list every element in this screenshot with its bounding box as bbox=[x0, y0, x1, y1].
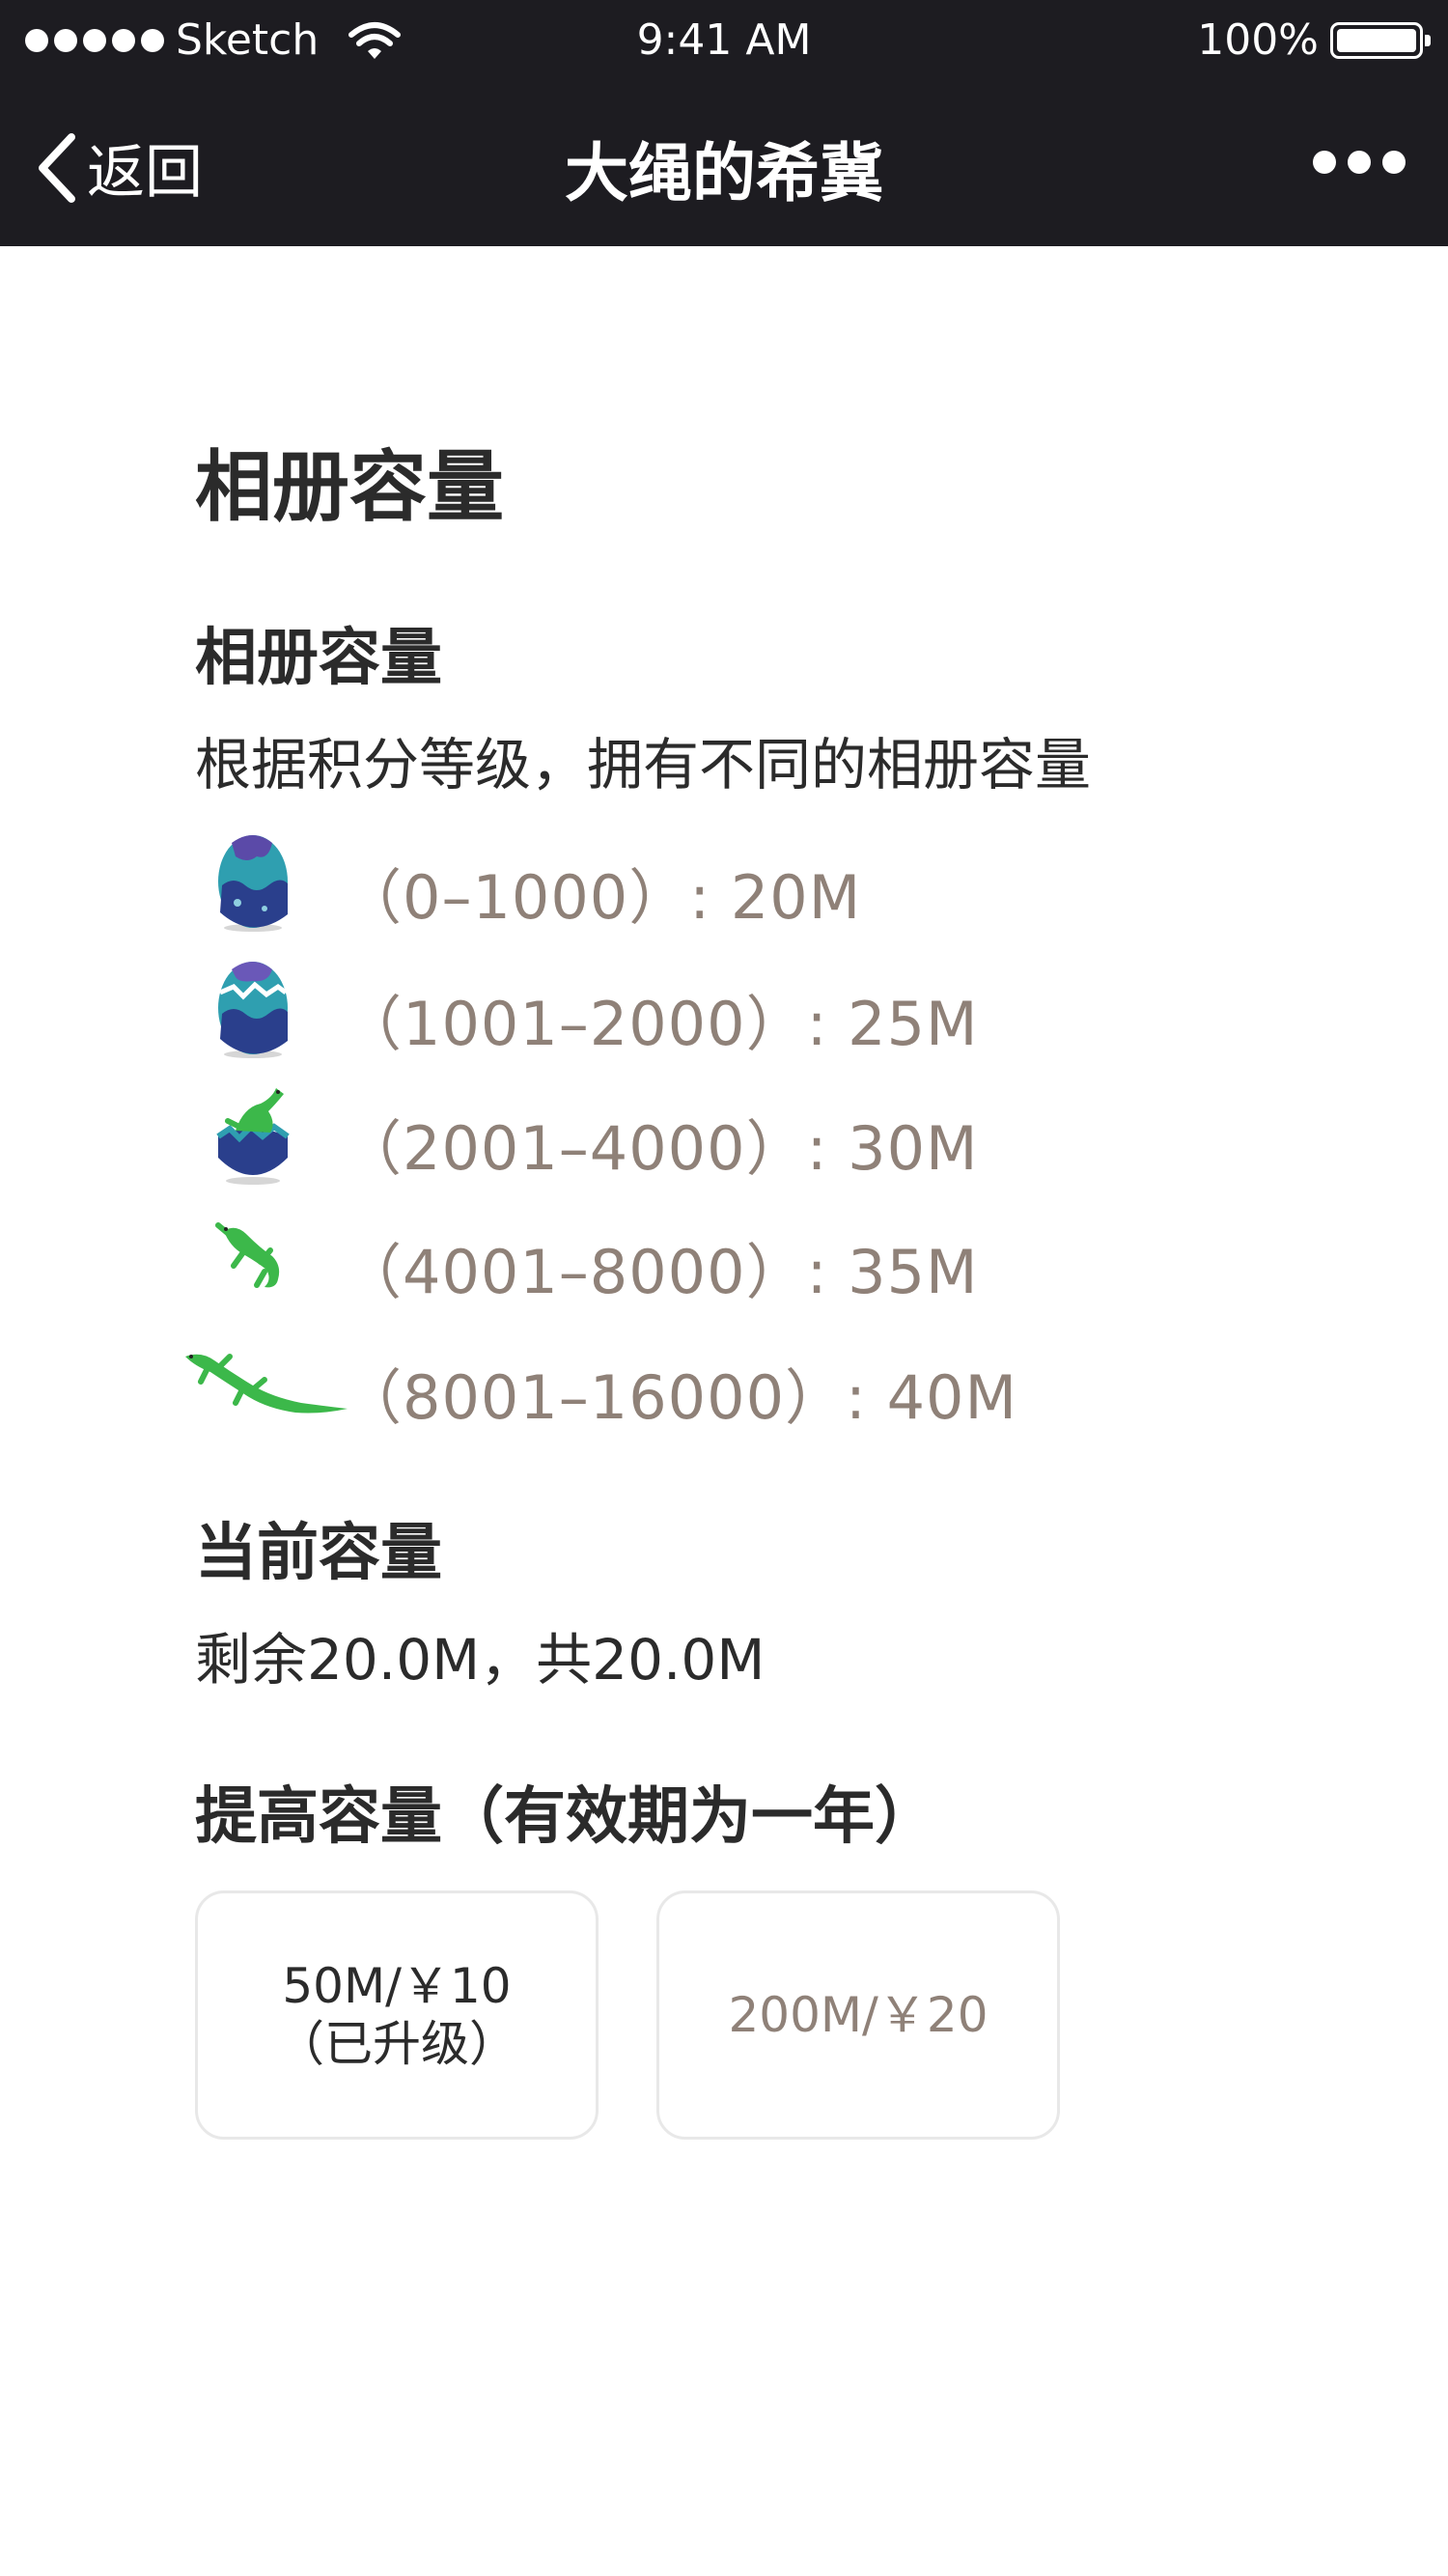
option-label: 50M/￥10 bbox=[282, 1958, 512, 2014]
upgrade-heading: 提高容量（有效期为一年） bbox=[195, 1781, 936, 1853]
capacity-heading: 相册容量 bbox=[195, 623, 442, 694]
tier-row: （1001–2000）: 25M bbox=[176, 954, 1141, 1060]
top-bar: Sketch 9:41 AM 100% 返回 大绳的希冀 bbox=[0, 0, 1448, 246]
option-status: （已升级） bbox=[276, 2016, 517, 2072]
tier-label: （1001–2000）: 25M bbox=[342, 989, 979, 1059]
cracked-egg-icon bbox=[218, 962, 288, 1058]
option-label: 200M/￥20 bbox=[728, 1987, 989, 2043]
tier-row: （0–1000）: 20M bbox=[176, 827, 1141, 934]
more-dot-icon bbox=[1382, 151, 1406, 174]
nav-title: 大绳的希冀 bbox=[565, 136, 883, 210]
status-right: 100% bbox=[1197, 15, 1431, 65]
tier-label: （8001–16000）: 40M bbox=[342, 1362, 1017, 1433]
battery-percent: 100% bbox=[1197, 15, 1319, 65]
tier-label: （0–1000）: 20M bbox=[342, 862, 862, 933]
capacity-description: 根据积分等级，拥有不同的相册容量 bbox=[195, 732, 1092, 798]
current-capacity-value: 剩余20.0M，共20.0M bbox=[195, 1627, 766, 1693]
baby-lizard-icon bbox=[215, 1222, 280, 1288]
more-button[interactable] bbox=[1313, 151, 1406, 174]
current-capacity-heading: 当前容量 bbox=[195, 1518, 442, 1589]
nav-bar: 返回 大绳的希冀 bbox=[0, 83, 1448, 246]
lizard-icon bbox=[185, 1354, 348, 1414]
tier-row: （2001–4000）: 30M bbox=[176, 1078, 1141, 1185]
tier-row: （8001–16000）: 40M bbox=[176, 1328, 1141, 1434]
tier-row: （4001–8000）: 35M bbox=[176, 1202, 1141, 1308]
tier-label: （4001–8000）: 35M bbox=[342, 1237, 979, 1307]
battery-icon bbox=[1330, 21, 1431, 59]
status-bar: Sketch 9:41 AM 100% bbox=[0, 0, 1448, 83]
more-dot-icon bbox=[1313, 151, 1336, 174]
upgrade-option-50m[interactable]: 50M/￥10 （已升级） bbox=[195, 1890, 599, 2140]
egg-icon bbox=[218, 835, 288, 932]
page-title: 相册容量 bbox=[195, 442, 504, 532]
upgrade-option-200m[interactable]: 200M/￥20 bbox=[656, 1890, 1060, 2140]
tier-label: （2001–4000）: 30M bbox=[342, 1113, 979, 1184]
more-dot-icon bbox=[1348, 151, 1371, 174]
hatching-lizard-icon bbox=[216, 1088, 290, 1185]
